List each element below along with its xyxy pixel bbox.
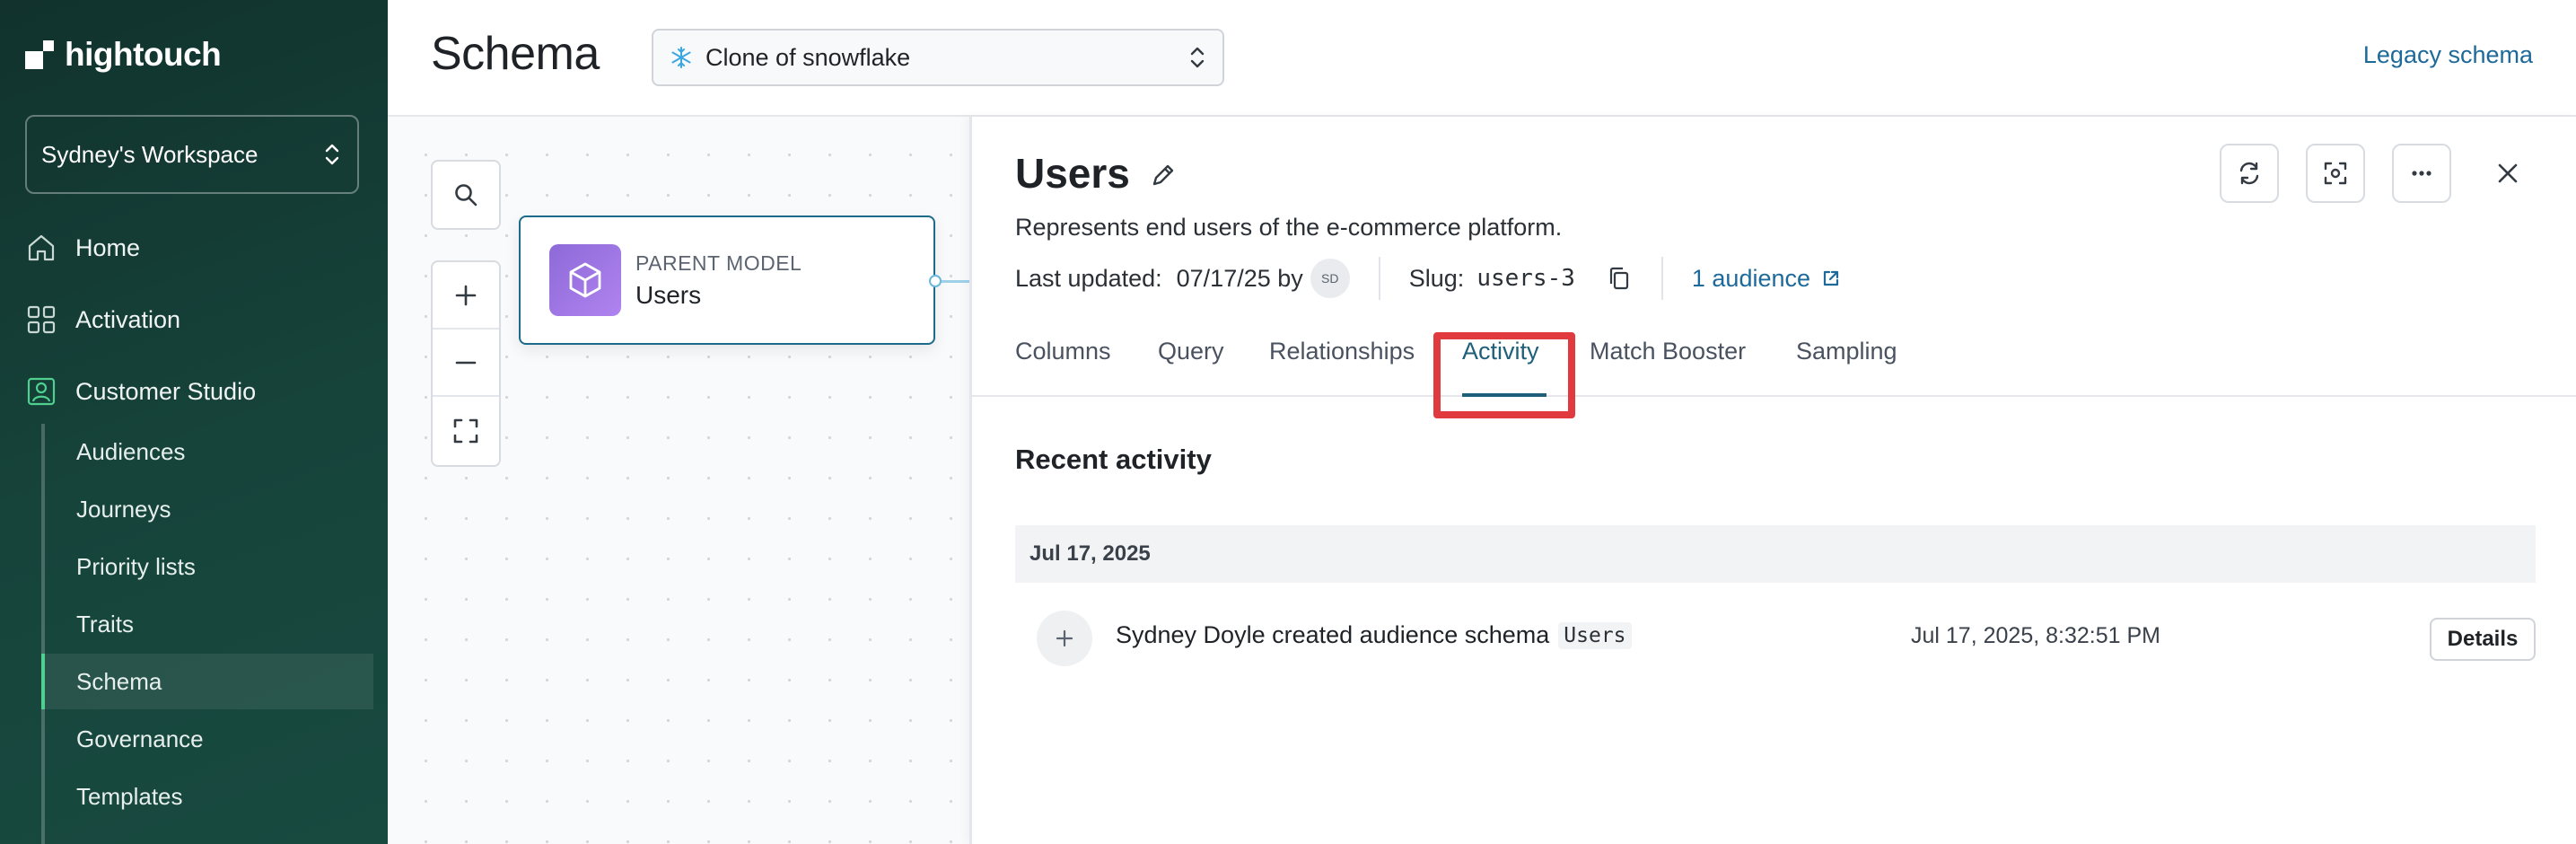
activity-object: Users (1558, 621, 1632, 649)
chevron-updown-icon (1190, 47, 1205, 68)
nav-customer-studio[interactable]: Customer Studio (25, 375, 256, 408)
refresh-button[interactable] (2220, 144, 2279, 203)
nav-home-label: Home (75, 233, 141, 261)
sidebar-item-traits[interactable]: Traits (45, 596, 373, 652)
close-icon (2498, 163, 2518, 183)
sidebar-item-schema[interactable]: Schema (41, 654, 373, 709)
last-updated-value: 07/17/25 by (1176, 264, 1303, 292)
panel-meta: Last updated: 07/17/25 by SD Slug: users… (1015, 251, 1841, 305)
page-header: Schema Clone of snowflake Legacy schema (388, 0, 2576, 117)
nav-customer-studio-label: Customer Studio (75, 377, 257, 405)
tab-match-booster[interactable]: Match Booster (1590, 338, 1746, 365)
plus-icon (455, 285, 477, 305)
activity-timestamp: Jul 17, 2025, 8:32:51 PM (1911, 623, 2160, 648)
panel-title: Users (1015, 150, 1130, 197)
node-name: Users (635, 280, 702, 309)
last-updated-label: Last updated: (1015, 264, 1162, 292)
meta-divider (1378, 257, 1380, 300)
grid-icon (27, 305, 56, 334)
copy-icon (1609, 267, 1628, 290)
source-select[interactable]: Clone of snowflake (652, 29, 1224, 86)
fullscreen-icon (453, 418, 478, 443)
external-link-icon (1823, 270, 1839, 286)
model-detail-panel: Users Represents end users of the e-comm… (969, 117, 2576, 844)
schema-canvas[interactable]: PARENT MODEL Users (388, 117, 969, 844)
sidebar-item-audiences[interactable]: Audiences (45, 424, 373, 479)
panel-tabs: Columns Query Relationships Activity Mat… (972, 323, 2576, 397)
nav-activation-label: Activation (75, 305, 181, 333)
edit-title-button[interactable] (1148, 160, 1178, 195)
cube-icon (549, 244, 621, 316)
zoom-controls (431, 260, 501, 467)
zoom-in-button[interactable] (433, 262, 499, 330)
tab-relationships[interactable]: Relationships (1269, 338, 1415, 365)
search-icon (455, 184, 478, 207)
section-title: Recent activity (1015, 444, 1212, 475)
tab-columns[interactable]: Columns (1015, 338, 1111, 365)
list-item: Sydney Doyle created audience schema Use… (1015, 602, 2536, 673)
snowflake-icon (671, 47, 691, 68)
audience-link[interactable]: 1 audience (1692, 265, 1841, 293)
nav-home[interactable]: Home (25, 232, 140, 264)
audience-link-label: 1 audience (1691, 264, 1811, 292)
tab-query[interactable]: Query (1158, 338, 1224, 365)
activity-description: Sydney Doyle created audience schema (1116, 621, 1550, 648)
refresh-icon (2239, 162, 2259, 185)
created-event-icon (1037, 611, 1092, 666)
hightouch-logo-icon (25, 40, 54, 69)
parent-model-node[interactable]: PARENT MODEL Users (519, 215, 935, 345)
more-options-button[interactable] (2392, 144, 2451, 203)
sidebar-item-templates[interactable]: Templates (45, 769, 373, 824)
chevron-updown-icon (325, 144, 339, 165)
sidebar-item-journeys[interactable]: Journeys (45, 481, 373, 537)
minus-icon (455, 361, 477, 364)
panel-description: Represents end users of the e-commerce p… (1015, 214, 1563, 241)
node-edge (942, 280, 969, 283)
activity-text: Sydney Doyle created audience schema Use… (1116, 621, 1632, 649)
source-select-value: Clone of snowflake (705, 43, 911, 71)
home-icon (28, 234, 55, 261)
details-button[interactable]: Details (2430, 618, 2536, 661)
activity-tab-highlight (1433, 332, 1575, 418)
sidebar-item-priority-lists[interactable]: Priority lists (45, 539, 373, 594)
app-name: hightouch (65, 36, 222, 73)
workspace-name: Sydney's Workspace (41, 140, 258, 168)
slug-label: Slug: (1408, 264, 1465, 292)
legacy-schema-link[interactable]: Legacy schema (2363, 41, 2533, 69)
people-icon (27, 377, 56, 406)
focus-button[interactable] (2306, 144, 2365, 203)
app-logo[interactable]: hightouch (25, 36, 222, 74)
fit-view-button[interactable] (433, 397, 499, 464)
page-title: Schema (431, 28, 600, 80)
canvas-search-button[interactable] (431, 160, 501, 230)
slug-value: users-3 (1476, 265, 1575, 292)
nav-activation[interactable]: Activation (25, 303, 180, 336)
sidebar: hightouch Sydney's Workspace Home Activa… (0, 0, 388, 844)
meta-divider (1660, 257, 1663, 300)
tab-sampling[interactable]: Sampling (1796, 338, 1897, 365)
close-panel-button[interactable] (2487, 153, 2528, 194)
copy-slug-button[interactable] (1606, 265, 1633, 292)
pencil-icon (1152, 164, 1174, 186)
zoom-out-button[interactable] (433, 330, 499, 397)
plus-icon (1056, 629, 1073, 647)
activity-date-header: Jul 17, 2025 (1015, 525, 2536, 583)
avatar: SD (1310, 259, 1350, 298)
workspace-switcher[interactable]: Sydney's Workspace (25, 115, 359, 194)
focus-icon (2324, 162, 2347, 185)
node-kicker: PARENT MODEL (635, 251, 802, 275)
sidebar-item-governance[interactable]: Governance (45, 711, 373, 767)
ellipsis-icon (2412, 171, 2431, 176)
node-connection-handle[interactable] (929, 275, 942, 287)
